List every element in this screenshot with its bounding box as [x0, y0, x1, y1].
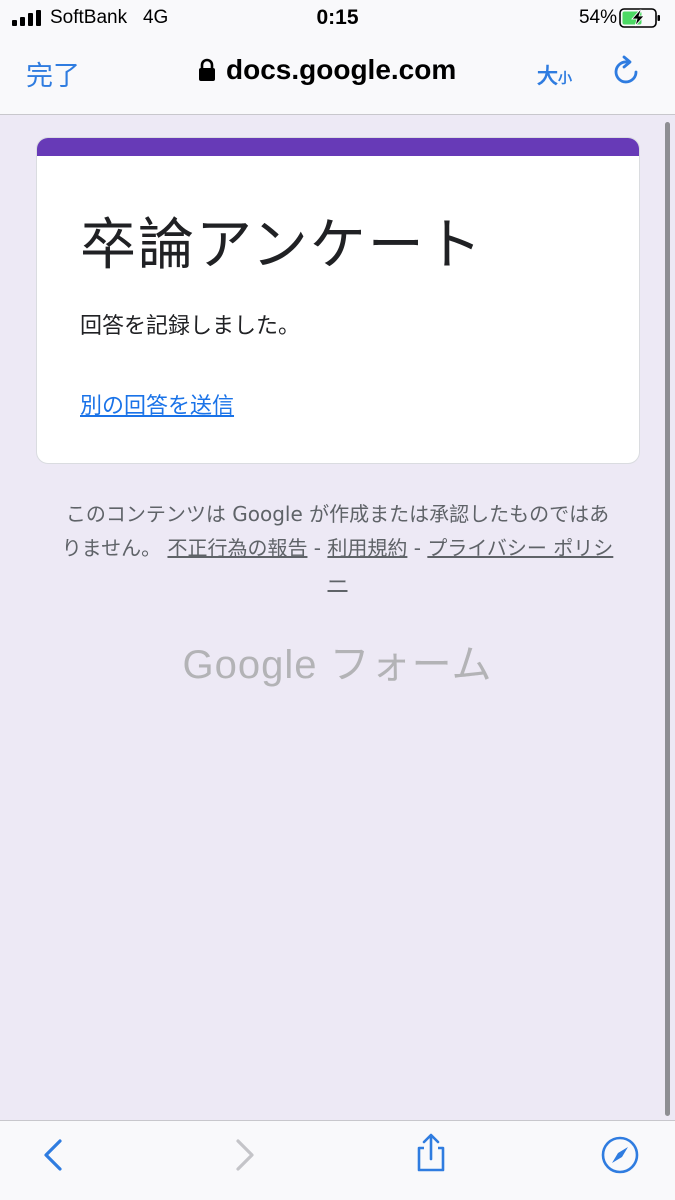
lock-icon: [199, 58, 215, 81]
browser-header: 完了 docs.google.com 大小: [0, 38, 675, 115]
card-header-accent: [37, 138, 639, 156]
done-button[interactable]: 完了: [26, 54, 80, 93]
google-forms-logo[interactable]: Google フォーム: [0, 632, 675, 690]
share-icon[interactable]: [411, 1133, 451, 1173]
compass-icon[interactable]: [600, 1135, 640, 1175]
bottom-toolbar: [0, 1120, 675, 1200]
battery-charging-icon: [619, 8, 660, 28]
separator: -: [407, 536, 428, 560]
submit-another-response-link[interactable]: 別の回答を送信: [80, 388, 234, 420]
report-abuse-link[interactable]: 不正行為の報告: [167, 536, 307, 560]
disclaimer: このコンテンツは Google が作成または承認したものではありません。 不正行…: [60, 497, 615, 599]
back-icon[interactable]: [34, 1135, 74, 1175]
url-text: docs.google.com: [226, 54, 457, 85]
confirmation-message: 回答を記録しました。: [80, 314, 301, 339]
status-bar: SoftBank 4G 0:15 54%: [0, 0, 675, 38]
terms-link[interactable]: 利用規約: [327, 536, 407, 560]
battery-percent: 54%: [578, 7, 617, 28]
status-time: 0:15: [316, 6, 359, 29]
scrollbar[interactable]: [665, 122, 670, 1116]
reload-icon[interactable]: [610, 55, 644, 89]
text-size-button[interactable]: 大小: [537, 60, 572, 90]
address-bar[interactable]: docs.google.com: [198, 52, 456, 88]
separator: -: [307, 536, 328, 560]
response-card: 卒論アンケート 回答を記録しました。 別の回答を送信: [36, 137, 640, 464]
form-title: 卒論アンケート: [80, 213, 484, 278]
forward-icon[interactable]: [224, 1135, 264, 1175]
